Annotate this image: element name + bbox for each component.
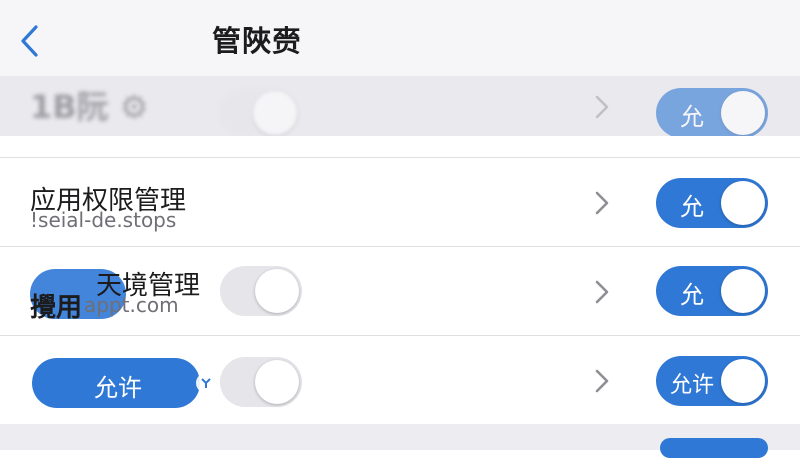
section-footer [0,424,800,458]
row-subtitle: appt.com [84,293,179,317]
toggle-knob [255,360,299,404]
chevron-right-icon [595,95,609,119]
permission-toggle[interactable]: 允许 [656,356,768,406]
back-button[interactable] [18,24,42,58]
toggle-knob [721,359,765,403]
row-prefix: 攪用 [30,293,83,323]
permission-toggle-partial[interactable] [660,438,768,458]
spinner-icon [196,373,216,393]
list-item-app-permissions[interactable]: 应用权限管理 !seial-de.stops 允 [0,158,800,246]
toggle-knob [721,91,765,135]
navigation-bar: 管陜赍 [0,0,800,76]
permission-toggle[interactable]: 允 [656,178,768,228]
chevron-left-icon [21,25,38,57]
toggle-knob [253,91,297,135]
toggle-label: 允 [680,103,704,131]
allow-button[interactable]: 允许 [32,358,216,408]
toggle-knob [721,269,765,313]
list-item-allow[interactable]: 允许 允许 [0,336,800,424]
allow-label: 允许 [94,374,142,402]
list-item-environment[interactable]: 攪用 天境管理 appt.com 允 [0,247,800,335]
row-subtitle: !seial-de.stops [30,208,177,232]
chevron-right-icon [595,369,609,393]
toggle-switch-faded[interactable] [218,88,300,136]
row-label: 1B阮 ⚙ [30,88,149,126]
toggle-knob [255,269,299,313]
list-item-partial[interactable]: 1B阮 ⚙ 允 [0,76,800,136]
toggle-knob [721,181,765,225]
toggle-switch[interactable] [220,266,302,316]
chevron-right-icon [595,191,609,215]
page-title: 管陜赍 [212,24,303,58]
toggle-label: 允许 [670,373,715,398]
toggle-switch[interactable] [220,357,302,407]
permission-toggle[interactable]: 允 [656,88,768,136]
toggle-label: 允 [680,281,704,309]
permission-toggle[interactable]: 允 [656,266,768,316]
chevron-right-icon [595,280,609,304]
toggle-label: 允 [680,193,704,221]
